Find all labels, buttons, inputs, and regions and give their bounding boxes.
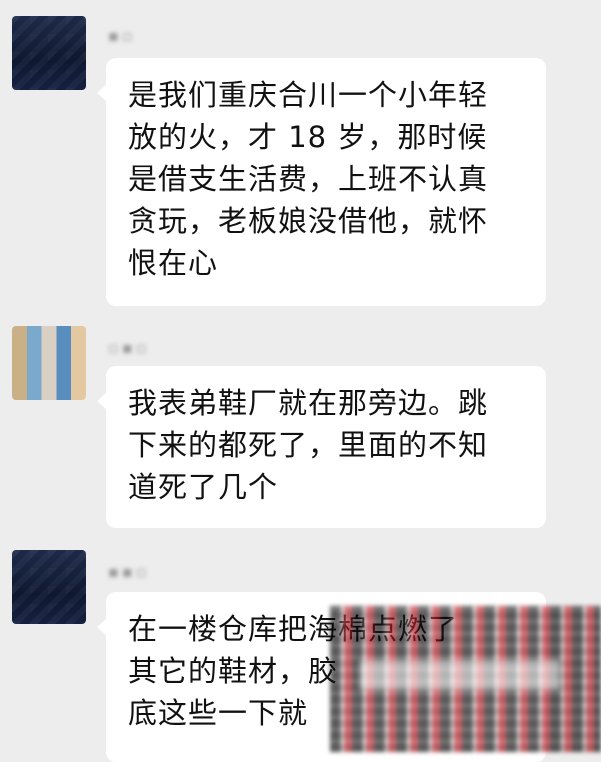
avatar[interactable]: [12, 326, 86, 400]
avatar[interactable]: [12, 16, 86, 90]
message-line: 是我们重庆合川一个小年轻: [128, 78, 489, 112]
message-line: 道死了几个: [128, 470, 279, 504]
message-bubble[interactable]: 是我们重庆合川一个小年轻 放的火，才 18 岁，那时候 是借支生活费，上班不认真…: [97, 58, 546, 306]
blurred-nickname: ▪▫: [108, 26, 136, 45]
message-line: 放的火，才 18 岁，那时候: [128, 120, 488, 154]
blurred-nickname: ▫▪▫: [108, 338, 150, 357]
blurred-logo: [360, 660, 560, 690]
message-line: 贪玩，老板娘没借他，就怀: [128, 204, 489, 238]
blurred-nickname: ▪▪▫: [108, 562, 150, 581]
message-bubble[interactable]: 我表弟鞋厂就在那旁边。跳 下来的都死了，里面的不知 道死了几个: [97, 366, 546, 528]
message-line: 是借支生活费，上班不认真: [128, 162, 489, 196]
avatar[interactable]: [12, 550, 86, 624]
message-line: 恨在心: [128, 246, 219, 280]
message-line: 我表弟鞋厂就在那旁边。跳: [128, 386, 489, 420]
message-line: 下来的都死了，里面的不知: [128, 428, 489, 462]
